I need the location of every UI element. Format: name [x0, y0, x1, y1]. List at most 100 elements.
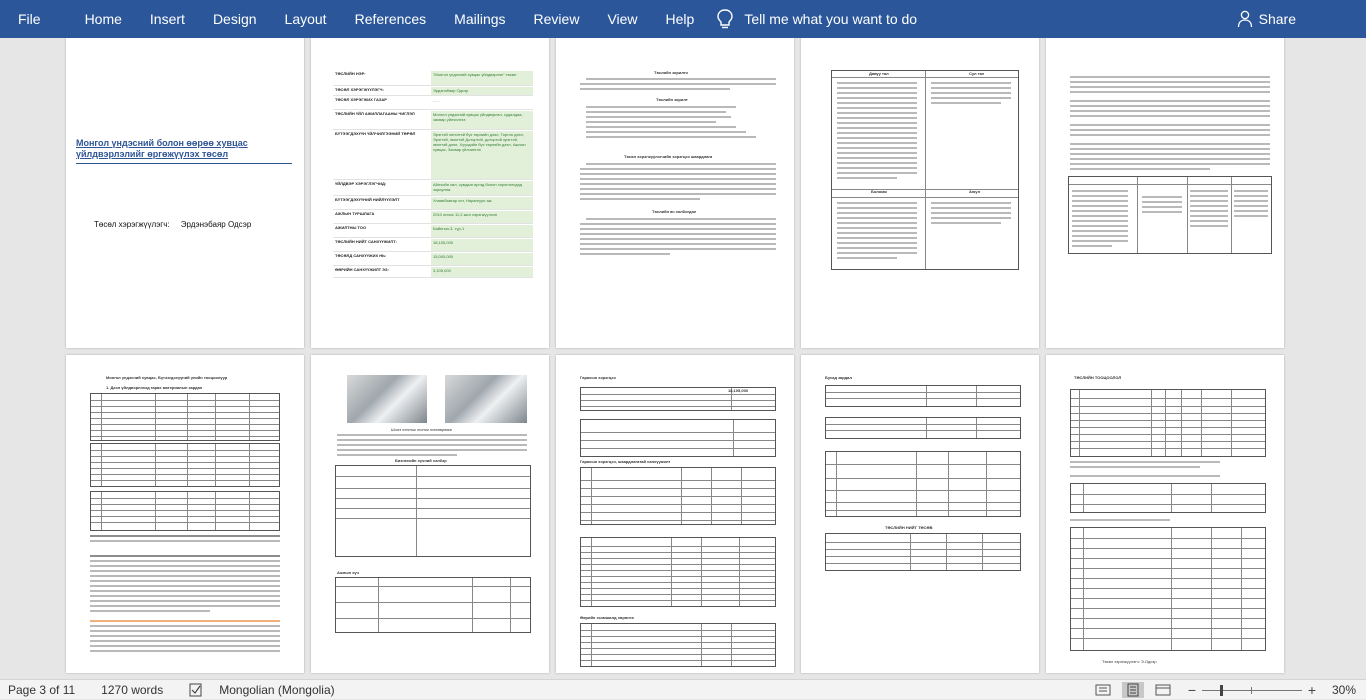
- zoom-level[interactable]: 30%: [1318, 683, 1366, 697]
- language-indicator[interactable]: Mongolian (Mongolia): [219, 683, 334, 697]
- print-layout-button[interactable]: [1122, 682, 1144, 698]
- row-label: ТӨСЛИЙН НИЙТ САНХҮҮЖИЛТ:: [335, 239, 397, 244]
- proofing-icon[interactable]: [189, 683, 203, 697]
- photo-caption: Шинэ техник тоног төхөөрөмж: [391, 427, 452, 432]
- tab-review[interactable]: Review: [520, 0, 594, 38]
- row-label: БҮТЭЭГДЭХҮҮН ҮЙЛЧИЛГЭЭНИЙ ТӨРӨЛ: [335, 131, 416, 136]
- sewing-machine-photo-1: [347, 375, 427, 423]
- row-value: 15,000,000: [433, 254, 454, 259]
- labor-table: [335, 577, 531, 633]
- page-thumbnail-3[interactable]: Төслийн зорилго Төслийн зорилт Төсөл хэр…: [556, 38, 794, 348]
- total-budget-table: [825, 533, 1021, 571]
- zoom-out-icon[interactable]: −: [1186, 682, 1198, 698]
- material-cost-table-2: [90, 443, 280, 487]
- zoom-in-icon[interactable]: +: [1306, 682, 1318, 698]
- swot-table: [831, 70, 1019, 270]
- tab-design[interactable]: Design: [199, 0, 271, 38]
- business-form-heading: Бизнесийн хүчний хэлбэр: [395, 458, 447, 463]
- project-summary-table: ТӨСЛИЙН НЭР: "Монгол үндэсний хувцас үйлд…: [333, 70, 533, 278]
- page-thumbnail-1[interactable]: Монгол үндэсний болон өөрөө хувцас үйлдв…: [66, 38, 304, 348]
- row-value: ......: [433, 98, 440, 103]
- page-thumbnail-4[interactable]: Давуу тал Сул тал Боломж Аюул: [801, 38, 1039, 348]
- word-count[interactable]: 1270 words: [101, 683, 163, 697]
- row-label: ТӨСЛИЙН ҮЙЛ АЖИЛЛАГААНЫ ЧИГЛЭЛ: [335, 111, 415, 116]
- swot-strengths-head: Давуу тал: [869, 71, 889, 76]
- price-calc-title: Монгол үндэсний хувцас, Бүтээгдэхүүний ү…: [106, 375, 228, 380]
- sewing-machine-photo-2: [445, 375, 527, 423]
- row-value: Эрдэнэбаяр Одсэр: [433, 88, 469, 93]
- author-label: Төсөл хэрэгжүүлэгч:: [94, 220, 170, 229]
- other-costs-table-1: [825, 385, 1021, 407]
- signature-line: Төсөл хэрэгжүүлэгч: Э.Одсэр: [1102, 659, 1157, 664]
- row-label: ТӨСЛИЙН НЭР:: [335, 71, 366, 76]
- page-indicator[interactable]: Page 3 of 11: [0, 683, 75, 697]
- page-thumbnail-2[interactable]: ТӨСЛИЙН НЭР: "Монгол үндэсний хувцас үйлд…: [311, 38, 549, 348]
- page-thumbnail-10[interactable]: ТӨСЛИЙН ТООЦООЛОЛ Төсөл хэрэгжүүлэгч: Э.…: [1046, 355, 1284, 673]
- calc-table-1: [1070, 389, 1266, 457]
- own-assets-table: [580, 623, 776, 667]
- document-canvas[interactable]: Монгол үндэсний болон өөрөө хувцас үйлдв…: [0, 38, 1366, 679]
- page-thumbnail-6[interactable]: Монгол үндэсний хувцас, Бүтээгдэхүүний ү…: [66, 355, 304, 673]
- row-value: Байнгын-3, түр-1: [433, 226, 465, 231]
- row-label: БҮТЭЭГДЭХҮҮНИЙ НИЙЛҮҮЛЭЛТ: [335, 197, 400, 202]
- focus-icon: [1095, 684, 1111, 696]
- row-label: ТӨСӨЛ ХЭРЭГЖИХ ГАЗАР: [335, 97, 387, 102]
- row-value: "Монгол үндэсний хувцас үйлдвэрлэл" төсө…: [433, 72, 517, 77]
- author-name: Эрдэнэбаяр Одсэр: [180, 220, 252, 229]
- tab-file[interactable]: File: [0, 0, 71, 38]
- calculation-heading: ТӨСЛИЙН ТООЦООЛОЛ: [1074, 375, 1122, 380]
- view-controls: − + 30%: [1088, 680, 1366, 700]
- tell-me-text: Tell me what you want to do: [744, 11, 918, 27]
- equipment-table: [580, 467, 776, 525]
- zoom-track[interactable]: [1202, 684, 1302, 696]
- page-thumbnail-9[interactable]: Бусад зардал ТӨСЛИЙН НИЙТ ТӨСӨВ: [801, 355, 1039, 673]
- tab-mailings[interactable]: Mailings: [440, 0, 519, 38]
- share-button[interactable]: Share: [1237, 0, 1366, 38]
- total-financing: 18,105,000: [728, 388, 749, 393]
- cover-title: Монгол үндэсний болон өөрөө хувцас үйлдв…: [76, 138, 248, 159]
- need-financing-heading: Гарахын хэрэгцээ, шаардлагатай санхүүжил…: [580, 459, 671, 464]
- row-value: 2010 оноос 11,2 жил хэрэгжүүлсэн: [433, 212, 498, 217]
- status-bar: Page 3 of 11 1270 words Mongolian (Mongo…: [0, 679, 1366, 699]
- material-cost-table-1: [90, 393, 280, 441]
- business-form-table: [335, 465, 531, 557]
- material-cost-table-3: [90, 491, 280, 531]
- page-thumbnail-5[interactable]: [1046, 38, 1284, 348]
- section-heading: Төслийн зорилго: [654, 70, 688, 75]
- page-thumbnail-7[interactable]: Шинэ техник тоног төхөөрөмж Бизнесийн хү…: [311, 355, 549, 673]
- cover-author: Төсөл хэрэгжүүлэгч: Эрдэнэбаяр Одсэр: [94, 220, 251, 229]
- tab-layout[interactable]: Layout: [271, 0, 341, 38]
- own-assets-heading: Өөрийн эзэмшилд хөрөнгө: [580, 615, 634, 620]
- page-thumbnail-8[interactable]: Гарахын хэрэгцээ 18,105,000 Гарахын хэрэ…: [556, 355, 794, 673]
- tab-view[interactable]: View: [593, 0, 651, 38]
- lightbulb-icon: [717, 9, 734, 29]
- row-value: Улаанбаатар хот, Нарангуул аж: [433, 198, 492, 203]
- tab-help[interactable]: Help: [652, 0, 709, 38]
- section-heading: Төслийн ач холбогдол: [652, 209, 697, 214]
- row-value: Айлчийн хөл, сумдын иргэд болон хэрэглэг…: [433, 182, 522, 192]
- zoom-thumb[interactable]: [1220, 684, 1223, 696]
- other-costs-table-3: [825, 451, 1021, 517]
- row-value: 18,105,000: [433, 240, 454, 245]
- focus-mode-button[interactable]: [1092, 682, 1114, 698]
- row-label: АЖЛЫН ТУРШЛАГА: [335, 211, 375, 216]
- total-budget-heading: ТӨСЛИЙН НИЙТ ТӨСӨВ: [885, 525, 933, 530]
- print-layout-icon: [1127, 683, 1139, 697]
- web-layout-button[interactable]: [1152, 682, 1174, 698]
- tab-references[interactable]: References: [341, 0, 441, 38]
- web-layout-icon: [1155, 684, 1171, 696]
- tell-me-search[interactable]: Tell me what you want to do: [716, 8, 917, 30]
- materials-table: [580, 537, 776, 607]
- row-label: ҮЙЛДВЭР ХЭРЭГЛЭГЧИД:: [335, 181, 387, 186]
- row-value: Монгол үндэсний хувцас үйлдвэрлэл, худал…: [433, 112, 523, 122]
- row-label: ӨӨРИЙН САНХҮҮЖИЛТ ЭЗ:: [335, 267, 389, 272]
- tab-home[interactable]: Home: [71, 0, 136, 38]
- ribbon-bar: File Home Insert Design Layout Reference…: [0, 0, 1366, 38]
- section-heading: Төслийн зорилт: [656, 97, 688, 102]
- person-icon: [1237, 10, 1252, 28]
- calc-table-3: [1070, 527, 1266, 651]
- row-label: АЖИЛТНЫ ТОО: [335, 225, 367, 230]
- row-value: 3,105,000: [433, 268, 451, 273]
- zoom-slider[interactable]: − +: [1186, 682, 1318, 698]
- tab-insert[interactable]: Insert: [136, 0, 199, 38]
